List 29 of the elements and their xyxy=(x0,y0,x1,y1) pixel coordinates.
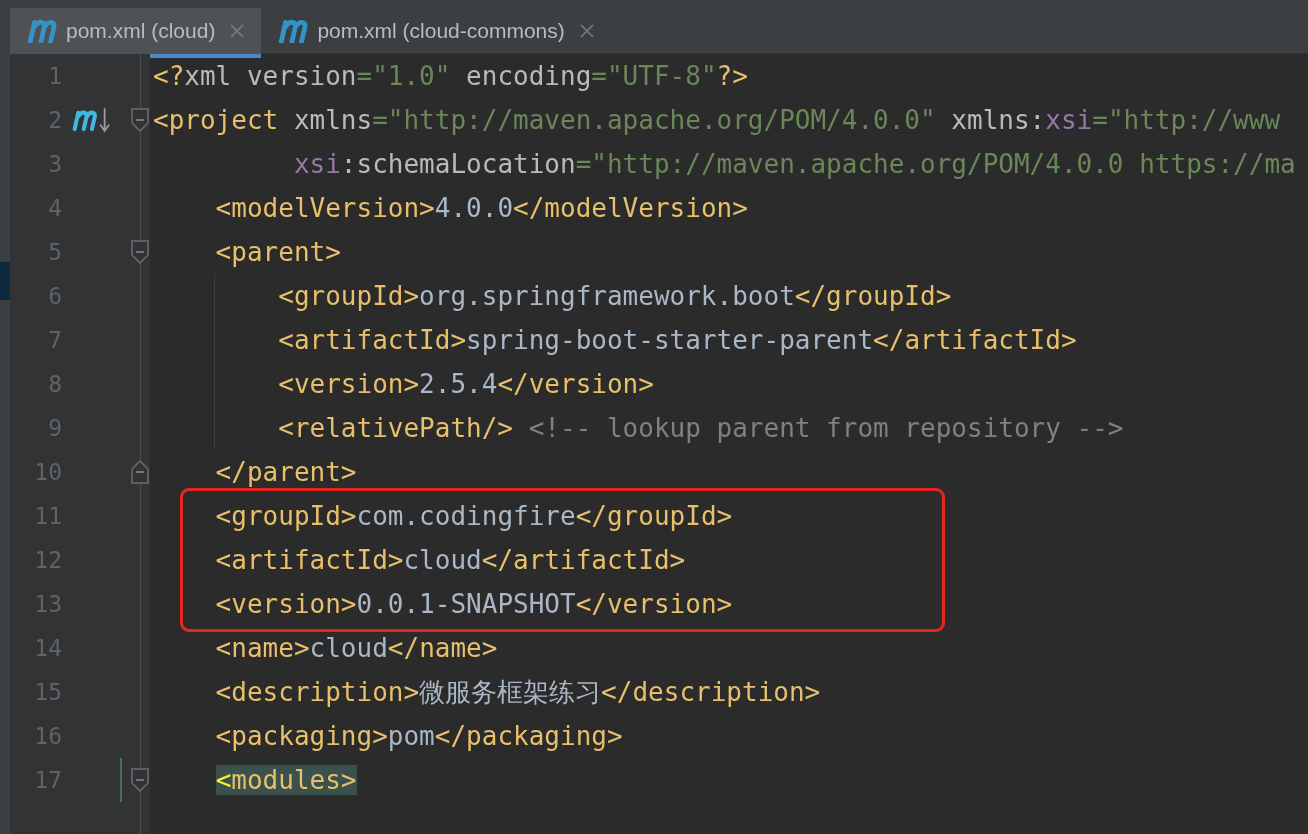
maven-icon xyxy=(277,19,310,43)
maven-icon xyxy=(26,19,58,43)
editor-tab[interactable]: pom.xml (cloud) xyxy=(10,8,262,58)
code-line: <name>cloud</name> xyxy=(214,633,498,663)
code-line: <description>微服务框架练习</description> xyxy=(214,675,821,709)
code-line: <version>0.0.1-SNAPSHOT</version> xyxy=(214,589,733,619)
code-line: <groupId>org.springframework.boot</groupId> xyxy=(277,281,952,311)
fold-marker-icon[interactable] xyxy=(130,460,150,484)
code-line: <groupId>com.codingfire</groupId> xyxy=(214,501,733,531)
code-line: <relativePath/> <!-- lookup parent from repository --> xyxy=(277,413,1124,443)
code-line: <modelVersion>4.0.0</modelVersion> xyxy=(214,193,748,223)
close-icon[interactable] xyxy=(578,23,595,39)
code-line: <artifactId>cloud</artifactId> xyxy=(214,545,686,575)
code-line: </parent> xyxy=(214,457,357,487)
code-line: <project xmlns="http://maven.apache.org/POM/4.0.0" xmlns:xsi="http://www xyxy=(153,105,1281,135)
code-line: <parent> xyxy=(214,237,341,267)
fold-marker-icon[interactable] xyxy=(130,240,150,264)
maven-arrow-icon[interactable] xyxy=(71,106,111,134)
code-line: <version>2.5.4</version> xyxy=(277,369,654,399)
code-line: <packaging>pom</packaging> xyxy=(214,721,623,751)
fold-marker-icon[interactable] xyxy=(130,768,150,792)
close-icon[interactable] xyxy=(229,23,246,39)
sidebar-selection xyxy=(0,262,10,300)
code-line: <artifactId>spring-boot-starter-parent</artifactId> xyxy=(277,325,1077,355)
editor-tab[interactable]: pom.xml (cloud-commons) xyxy=(261,8,611,58)
fold-marker-icon[interactable] xyxy=(130,108,150,132)
code-line: <?xml version="1.0" encoding="UTF-8"?> xyxy=(153,61,748,91)
code-line: <modules> xyxy=(214,765,357,795)
code-line: xsi:schemaLocation="http://maven.apache.org/POM/4.0.0 https://ma xyxy=(292,149,1296,179)
